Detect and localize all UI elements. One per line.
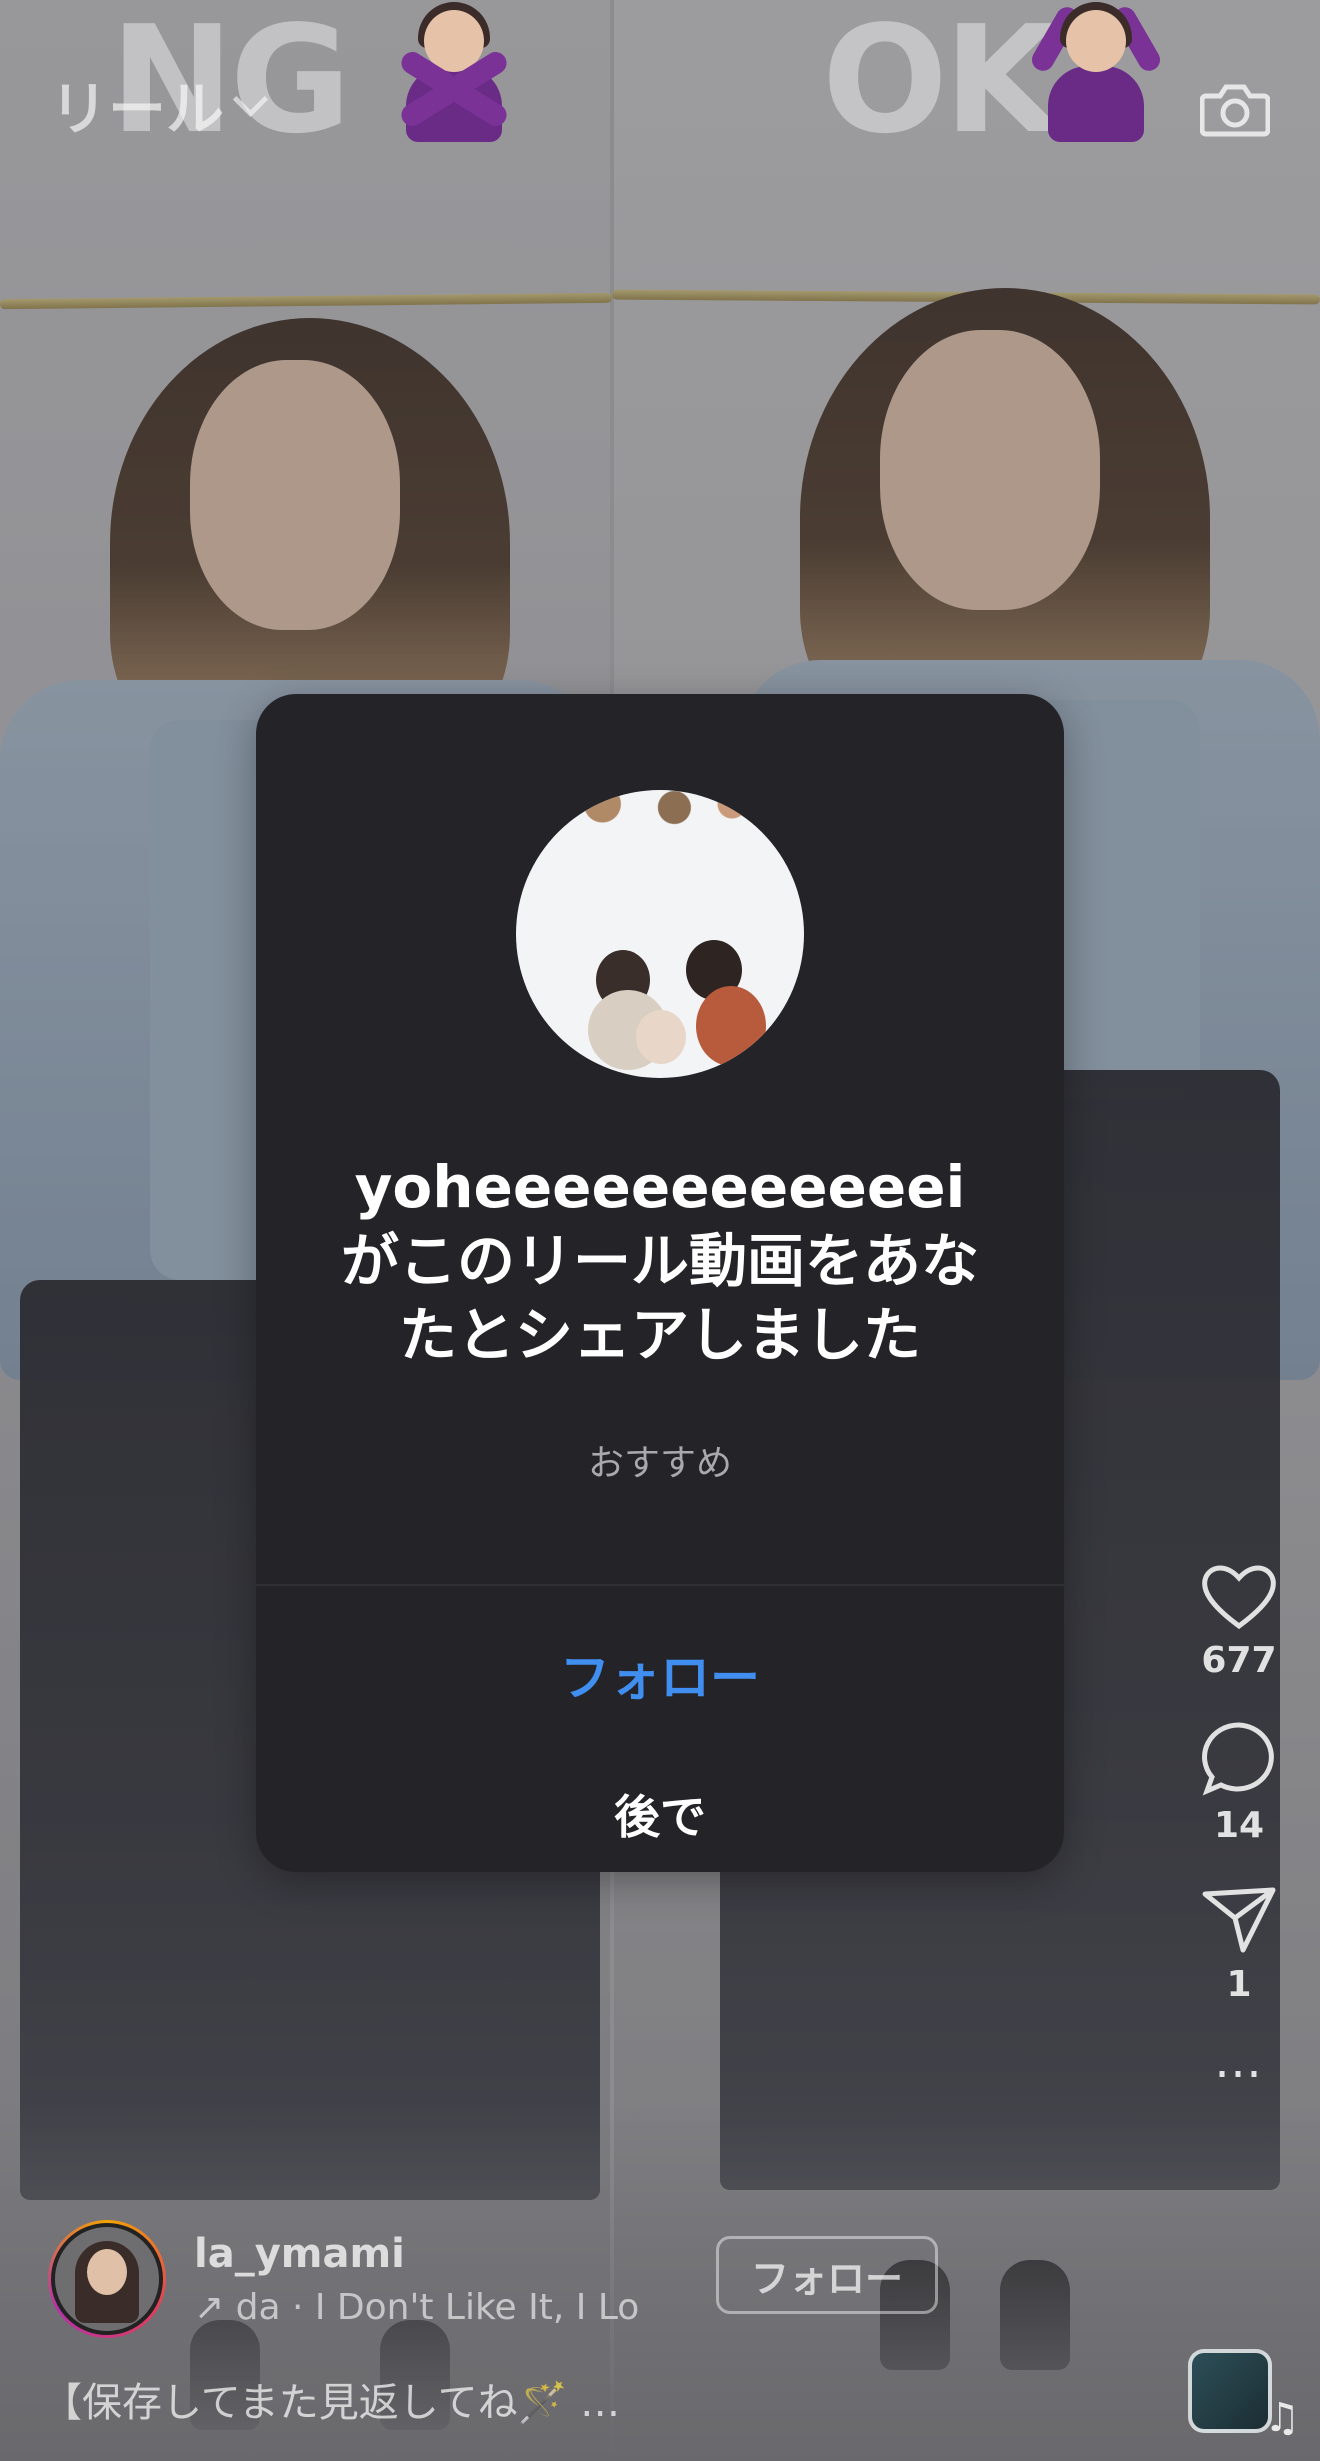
more-icon[interactable]: … — [1214, 2033, 1264, 2089]
reels-header[interactable]: リール — [50, 62, 269, 146]
reel-caption[interactable]: 【保存してまた見返してね🪄 … — [42, 2370, 620, 2428]
send-icon[interactable] — [1199, 1884, 1279, 1956]
ok-gesture-emoji-icon — [1027, 0, 1165, 142]
later-button[interactable]: 後で — [256, 1764, 1064, 1864]
crossed-arms-emoji-icon — [394, 0, 514, 142]
like-count: 677 — [1201, 1640, 1277, 1681]
share-action[interactable]: 1 — [1199, 1884, 1279, 2005]
shared-reel-dialog: yoheeeeeeeeeeeei がこのリール動画をあなたとシェアしました おす… — [256, 694, 1064, 1872]
audio-label[interactable]: ↗ da · I Don't Like It, I Lo — [194, 2287, 664, 2328]
author-follow-button[interactable]: フォロー — [716, 2236, 938, 2314]
share-count: 1 — [1226, 1964, 1252, 2005]
author-avatar[interactable] — [48, 2220, 166, 2338]
dialog-divider — [256, 1584, 1064, 1586]
ok-label: OK — [822, 0, 1058, 166]
music-note-icon: ♫ — [1264, 2395, 1300, 2441]
action-rail: 677 14 1 … — [1184, 1560, 1294, 2089]
follow-button[interactable]: フォロー — [256, 1624, 1064, 1724]
audio-thumbnail[interactable] — [1188, 2349, 1272, 2433]
comment-count: 14 — [1213, 1805, 1265, 1846]
author-username[interactable]: la_ymami — [194, 2231, 664, 2277]
heart-icon[interactable] — [1199, 1560, 1279, 1632]
comment-action[interactable]: 14 — [1199, 1719, 1279, 1846]
recommend-label: おすすめ — [587, 1443, 732, 1484]
sharer-avatar — [516, 790, 804, 1078]
camera-icon[interactable] — [1200, 80, 1270, 138]
dialog-title: yoheeeeeeeeeeeei がこのリール動画をあなたとシェアしました — [316, 1150, 1004, 1372]
comment-icon[interactable] — [1199, 1719, 1279, 1797]
chevron-down-icon — [232, 81, 269, 117]
author-row: la_ymami ↗ da · I Don't Like It, I Lo — [48, 2220, 664, 2338]
dialog-title-text: yoheeeeeeeeeeeei がこのリール動画をあなたとシェアしました — [340, 1153, 979, 1369]
like-action[interactable]: 677 — [1199, 1560, 1279, 1681]
page-title: リール — [50, 75, 225, 143]
